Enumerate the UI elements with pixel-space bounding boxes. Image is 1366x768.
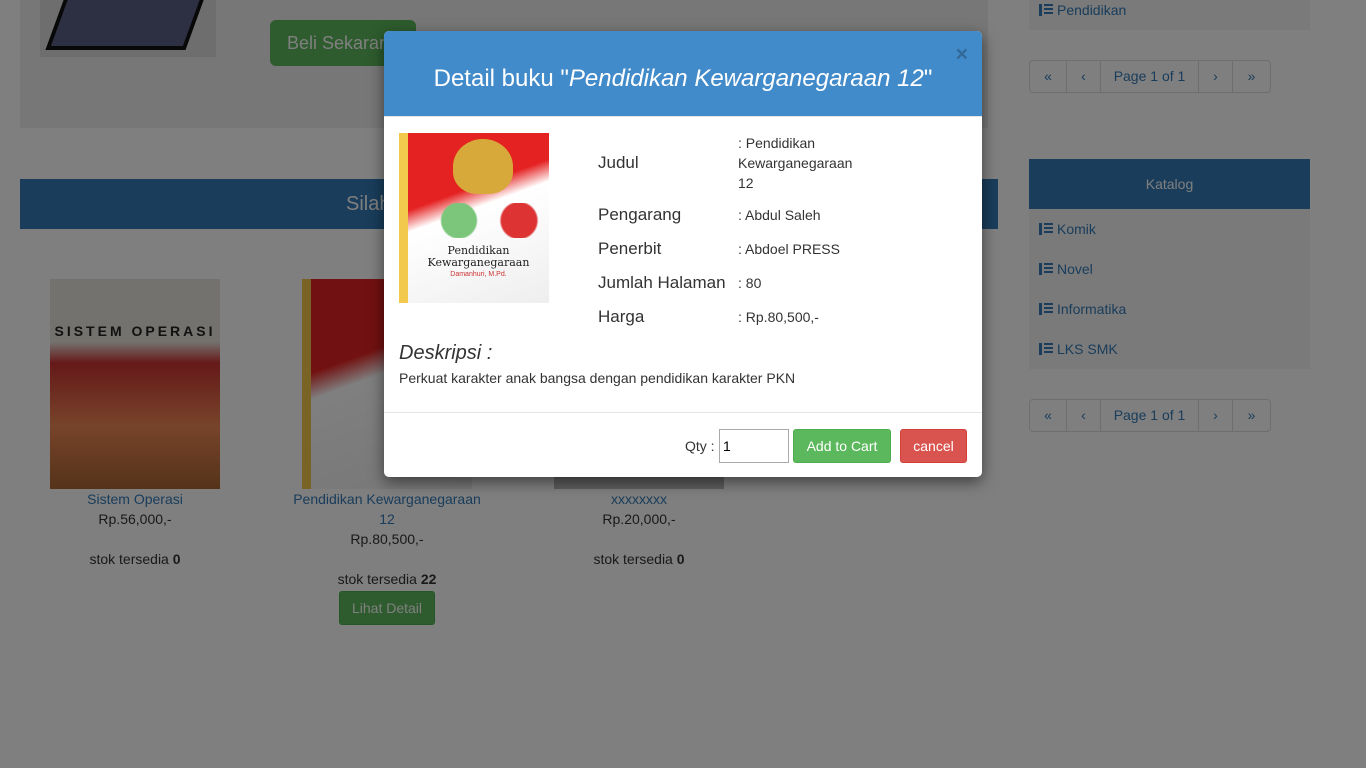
field-value: : Abdoel PRESS — [738, 241, 840, 257]
field-value: : 80 — [738, 275, 762, 291]
field-value: : Pendidikan Kewarganegaraan 12 — [738, 135, 853, 191]
description-heading: Deskripsi : — [399, 342, 493, 364]
cancel-button[interactable]: cancel — [900, 429, 967, 463]
field-label: Jumlah Halaman — [598, 273, 726, 292]
field-value: : Rp.80,500,- — [738, 309, 819, 325]
field-label: Pengarang — [598, 205, 682, 224]
qty-label: Qty : — [685, 438, 715, 454]
field-label: Harga — [598, 307, 645, 326]
modal-footer: Qty : Add to Cart cancel — [384, 412, 982, 477]
description-text: Perkuat karakter anak bangsa dengan pend… — [399, 370, 796, 386]
book-detail-modal: Detail buku "Pendidikan Kewarganegaraan … — [384, 31, 982, 477]
qty-input[interactable] — [719, 429, 789, 463]
field-label: Penerbit — [598, 239, 662, 258]
close-icon[interactable]: × — [956, 43, 968, 67]
book-cover-image: Pendidikan Kewarganegaraan Damanhuri, M.… — [399, 133, 549, 303]
field-label: Judul — [598, 153, 639, 172]
field-value: : Abdul Saleh — [738, 207, 821, 223]
modal-title: Detail buku "Pendidikan Kewarganegaraan … — [384, 31, 982, 117]
add-to-cart-button[interactable]: Add to Cart — [793, 429, 891, 463]
